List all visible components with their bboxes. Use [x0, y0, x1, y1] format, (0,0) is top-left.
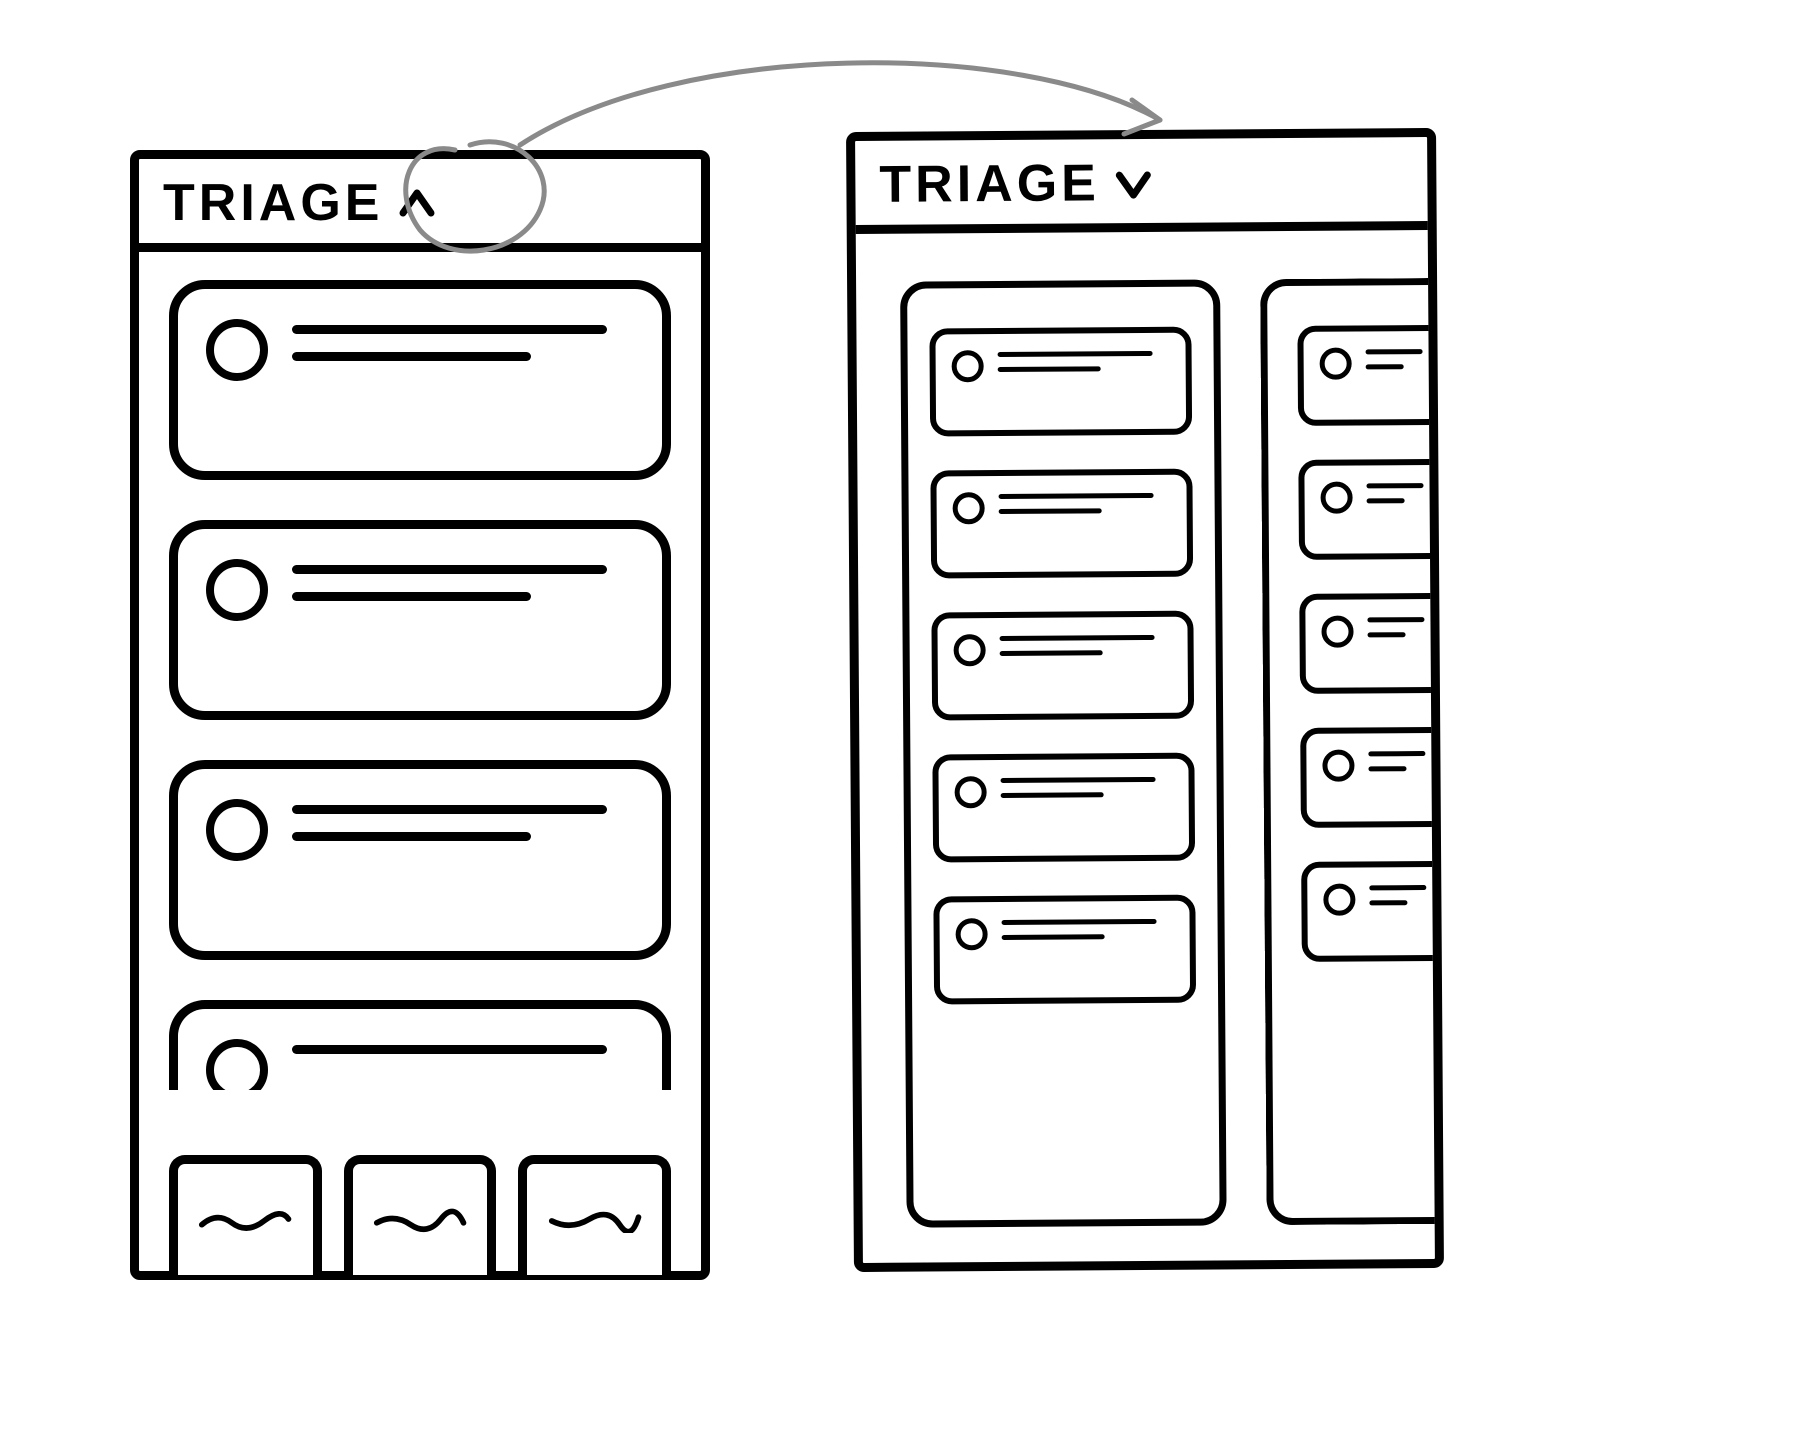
avatar-icon — [206, 1039, 268, 1090]
list-item[interactable] — [1297, 325, 1434, 426]
avatar-icon — [955, 776, 987, 808]
item-text-placeholder — [292, 1039, 634, 1072]
list-item[interactable] — [932, 753, 1195, 863]
avatar-icon — [953, 492, 985, 524]
panel-title: TRIAGE — [879, 153, 1100, 215]
panel-header[interactable]: TRIAGE — [139, 159, 701, 252]
list-item[interactable] — [169, 280, 671, 480]
item-text-placeholder — [1000, 633, 1172, 666]
item-text-placeholder — [1367, 615, 1430, 647]
list-item[interactable] — [1300, 727, 1435, 828]
panel-body — [856, 230, 1435, 1248]
avatar-icon — [952, 350, 984, 382]
tab-item[interactable] — [169, 1155, 322, 1275]
avatar-icon — [1322, 750, 1354, 782]
list-item[interactable] — [929, 327, 1192, 437]
avatar-icon — [1320, 348, 1352, 380]
annotation-arrowhead-icon — [1124, 100, 1160, 134]
panel-body — [139, 252, 701, 1090]
item-text-placeholder — [292, 799, 634, 859]
list-item[interactable] — [169, 520, 671, 720]
list-item[interactable] — [930, 469, 1193, 579]
avatar-icon — [1320, 482, 1352, 514]
list-item[interactable] — [931, 611, 1194, 721]
item-text-placeholder — [998, 349, 1170, 382]
avatar-icon — [206, 799, 268, 861]
item-text-placeholder — [1001, 775, 1173, 808]
item-text-placeholder — [1368, 749, 1431, 781]
triage-panel-collapsed: TRIAGE — [130, 150, 710, 1280]
triage-panel-expanded: TRIAGE — [846, 128, 1444, 1272]
avatar-icon — [956, 918, 988, 950]
item-text-placeholder — [1369, 883, 1432, 915]
avatar-icon — [1323, 884, 1355, 916]
board-column[interactable] — [900, 279, 1227, 1227]
panel-header[interactable]: TRIAGE — [855, 137, 1428, 234]
tab-item[interactable] — [518, 1155, 671, 1275]
avatar-icon — [954, 634, 986, 666]
chevron-up-icon[interactable] — [397, 183, 437, 223]
tab-label-placeholder — [373, 1207, 467, 1233]
board-column-cropped[interactable] — [1260, 278, 1435, 1226]
avatar-icon — [206, 319, 268, 381]
avatar-icon — [206, 559, 268, 621]
item-text-placeholder — [1366, 481, 1429, 513]
list-item[interactable] — [1299, 593, 1435, 694]
list-item[interactable] — [1298, 459, 1434, 560]
list-item[interactable] — [1301, 861, 1435, 962]
item-text-placeholder — [292, 319, 634, 379]
list-item[interactable] — [933, 895, 1196, 1005]
item-text-placeholder — [292, 559, 634, 619]
item-text-placeholder — [999, 491, 1171, 524]
item-text-placeholder — [1366, 347, 1429, 379]
panel-title: TRIAGE — [163, 173, 383, 233]
list-item-partial[interactable] — [169, 1000, 671, 1090]
wireframe-canvas: TRIAGE — [0, 0, 1800, 1440]
tab-item[interactable] — [344, 1155, 497, 1275]
bottom-tab-bar — [169, 1155, 671, 1275]
tab-label-placeholder — [198, 1207, 292, 1233]
list-item[interactable] — [169, 760, 671, 960]
tab-label-placeholder — [548, 1207, 642, 1233]
chevron-down-icon[interactable] — [1114, 163, 1154, 203]
item-text-placeholder — [1002, 917, 1174, 950]
avatar-icon — [1321, 616, 1353, 648]
